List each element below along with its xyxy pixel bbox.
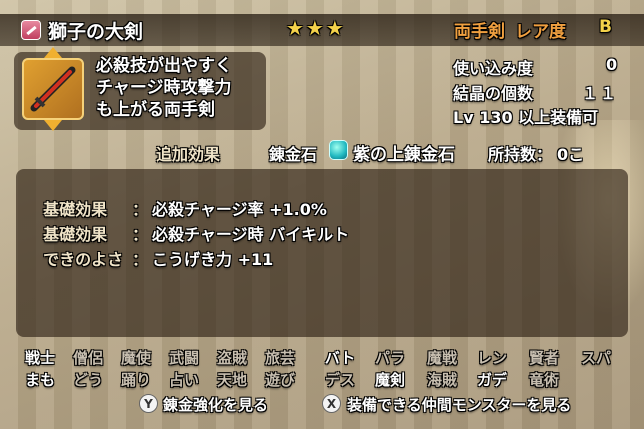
job-label: パラ	[374, 349, 405, 367]
job-label: 戦士	[24, 349, 55, 367]
job-label: まも	[24, 371, 55, 389]
description-line: チャージ時攻撃力	[96, 78, 232, 98]
effect-colon: ：	[132, 225, 149, 244]
job-label: 魔剣	[374, 371, 405, 389]
job-label: 旅芸	[264, 349, 295, 367]
job-label: スパ	[580, 349, 611, 367]
effect-value: 必殺チャージ時 バイキルト	[152, 225, 350, 244]
y-button-icon[interactable]: Y	[139, 394, 158, 413]
extra-effects-label: 追加効果	[156, 145, 221, 164]
job-label: レン	[476, 349, 507, 367]
job-label: デス	[324, 371, 355, 389]
item-name: 獅子の大剣	[48, 21, 144, 43]
alchemy-stone-label: 錬金石	[269, 145, 318, 164]
job-label: 海賊	[426, 371, 457, 389]
job-label: 僧侶	[72, 349, 103, 367]
x-button-icon[interactable]: X	[322, 394, 341, 413]
item-description: 必殺技が出やすく チャージ時攻撃力 も上がる両手剣	[96, 55, 232, 121]
owned-count-value: 0こ	[557, 145, 585, 164]
alchemy-stone-name: 紫の上錬金石	[353, 145, 455, 165]
job-label: 盗賊	[216, 349, 247, 367]
crystals-value: １１	[582, 84, 619, 103]
usage-label: 使い込み度	[453, 59, 534, 78]
owned-count-label: 所持数：	[488, 145, 553, 164]
effect-label: できのよさ	[43, 250, 124, 269]
crystals-label: 結晶の個数	[453, 84, 534, 103]
job-label: 魔戦	[426, 349, 457, 367]
description-line: 必殺技が出やすく	[96, 56, 232, 76]
job-label: バト	[324, 349, 356, 367]
job-label: ガデ	[476, 371, 507, 389]
job-label: 賢者	[528, 349, 559, 367]
job-label: 天地	[216, 371, 247, 389]
previous-item-arrow-icon[interactable]	[44, 47, 62, 58]
alchemy-stone-icon	[329, 140, 348, 160]
effect-row: できのよさ ：こうげき力 +11	[32, 227, 273, 270]
next-item-arrow-icon[interactable]	[44, 120, 62, 131]
job-label: 踊り	[120, 371, 151, 389]
description-line: も上がる両手剣	[96, 100, 215, 120]
sword-icon	[30, 66, 76, 112]
job-label: 魔使	[120, 349, 151, 367]
job-label: 竜術	[528, 371, 559, 389]
effect-colon: ：	[132, 250, 149, 269]
view-alchemy-enhancement-button[interactable]: 錬金強化を見る	[163, 394, 268, 415]
star-rating: ★★★	[286, 16, 346, 40]
rarity-label: レア度	[515, 22, 566, 42]
job-label: 武闘	[168, 349, 199, 367]
two-handed-sword-category-icon	[21, 20, 41, 40]
equip-level-requirement: Lv 130 以上装備可	[453, 108, 599, 127]
job-label: どう	[72, 371, 103, 389]
effect-value: こうげき力 +11	[152, 250, 274, 269]
usage-value: 0	[606, 55, 618, 74]
effect-value: 必殺チャージ率 +1.0%	[152, 200, 327, 219]
view-equippable-monsters-button[interactable]: 装備できる仲間モンスターを見る	[347, 394, 571, 415]
job-label: 占い	[168, 371, 199, 389]
rarity-value: B	[599, 17, 612, 37]
weapon-type: 両手剣	[454, 22, 505, 42]
effect-colon: ：	[132, 200, 149, 219]
job-label: 遊び	[264, 371, 295, 389]
